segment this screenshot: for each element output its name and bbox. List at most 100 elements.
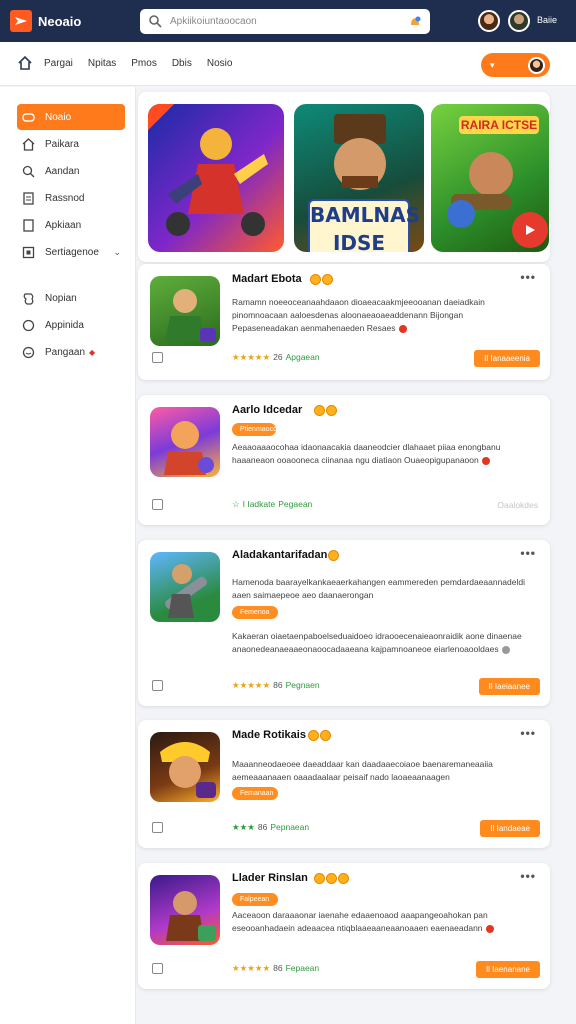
logo-icon[interactable]	[10, 10, 32, 32]
bookmark-icon	[21, 218, 35, 232]
gift-icon	[21, 345, 35, 359]
puzzle-icon	[21, 291, 35, 305]
badge-icon	[485, 924, 494, 933]
coin-icon	[328, 550, 340, 562]
avatar	[528, 56, 545, 74]
play-icon[interactable]	[512, 212, 548, 248]
sidebar-item-apkiaan[interactable]: Apkiaan	[17, 212, 125, 238]
game-title[interactable]: Madart Ebota	[232, 273, 302, 285]
coin-icon	[314, 405, 338, 417]
game-thumbnail[interactable]	[150, 276, 220, 346]
rating: ★★★ 86 Pepnaean	[232, 822, 310, 832]
sidebar-item-aandan[interactable]: Aandan	[17, 158, 125, 184]
search-icon	[21, 164, 35, 178]
search-bar[interactable]: Apkiikoiuntaoocaon	[140, 9, 430, 34]
featured-banner-title: BAMLNAS IDSE	[308, 199, 420, 252]
user-label[interactable]: Baiie	[537, 15, 557, 25]
nav-link[interactable]: Pargai	[44, 58, 73, 69]
game-card[interactable]: Aarlo Idcedar Ptienmaocdnaan Aeaaoaaaoco…	[138, 395, 550, 525]
sidebar-item-label: Rassnod	[45, 192, 85, 204]
sidebar-item-nopian[interactable]: Nopian	[17, 285, 125, 311]
nav-link[interactable]: Nosio	[207, 58, 233, 69]
search-input[interactable]: Apkiikoiuntaoocaon	[170, 16, 408, 27]
notification-icon[interactable]	[408, 15, 422, 29]
avatar[interactable]	[508, 10, 530, 32]
sidebar-item-rassnod[interactable]: Rassnod	[17, 185, 125, 211]
game-description: Ramamn noeeoceanaahdaaon dioaeacaakmjeeo…	[232, 297, 485, 333]
coin-icon	[308, 730, 332, 742]
coin-icon	[310, 274, 334, 286]
more-icon[interactable]: •••	[520, 726, 536, 740]
game-card[interactable]: Llader Rinslan ••• Falpeean Aaceaoon dar…	[138, 863, 550, 989]
select-checkbox[interactable]	[152, 963, 163, 974]
nav-link[interactable]: Dbis	[172, 58, 192, 69]
action-button[interactable]: Il Ianaaeenia	[474, 350, 540, 367]
app-title[interactable]: Neoaio	[38, 14, 130, 29]
sidebar-item-noaio[interactable]: Noaio	[17, 104, 125, 130]
game-card[interactable]: Madart Ebota ••• Ramamn noeeoceanaahdaao…	[138, 264, 550, 380]
game-tag: Ptienmaocdnaan	[232, 423, 293, 436]
featured-banner-subtitle: RAIRA ICTSE	[459, 116, 539, 134]
game-thumbnail[interactable]	[150, 407, 220, 477]
home-icon[interactable]	[18, 55, 34, 72]
game-card[interactable]: Aladakantarifadan ••• Hamenoda baarayelk…	[138, 540, 550, 706]
game-thumbnail[interactable]	[150, 552, 220, 622]
select-checkbox[interactable]	[152, 499, 163, 510]
nav-link[interactable]: Pmos	[131, 58, 157, 69]
game-title[interactable]: Made Rotikais	[232, 729, 306, 741]
home-icon	[21, 137, 35, 151]
game-description: Aeaaoaaaocohaa idaonaacakia daaneodcier …	[232, 442, 501, 465]
chevron-down-icon[interactable]: ⌄	[113, 247, 121, 258]
chevron-down-icon: ▾	[490, 59, 495, 70]
sidebar-item-label: Pangaan	[45, 346, 86, 358]
action-link[interactable]: Oaalokdes	[497, 500, 538, 510]
game-title[interactable]: Aladakantarifadan	[232, 549, 327, 561]
game-tag: Femanaan	[232, 787, 278, 800]
more-icon[interactable]: •••	[520, 869, 536, 883]
action-button[interactable]: Il Iandaeae	[480, 820, 540, 837]
sidebar: Noaio Paikara Aandan Rassnod Apkiaan Ser…	[0, 87, 136, 1024]
featured-banner: BAMLNAS IDSE RAIRA ICTSE	[138, 92, 550, 262]
account-menu-button[interactable]: ▾	[481, 53, 550, 77]
game-description: Aaceaoon daraaaonar iaenahe edaaenoaod a…	[232, 909, 527, 935]
circle-icon	[21, 318, 35, 332]
featured-game-tile[interactable]: BAMLNAS IDSE	[294, 104, 424, 252]
action-button[interactable]: Il Iaenanane	[475, 961, 540, 978]
sidebar-item-sertiagenoe[interactable]: Sertiagenoe ⌄	[17, 239, 125, 265]
more-icon[interactable]: •••	[520, 546, 536, 560]
select-checkbox[interactable]	[152, 680, 163, 691]
document-icon	[21, 191, 35, 205]
nav-bar: Pargai Npitas Pmos Dbis Nosio ▾	[0, 42, 576, 86]
game-title[interactable]: Aarlo Idcedar	[232, 404, 302, 416]
game-description: Hamenoda baarayelkankaeaerkahangen eamme…	[232, 577, 525, 600]
game-title[interactable]: Llader Rinslan	[232, 872, 308, 884]
rating: ★★★★★ 86 Pegnaen	[232, 680, 320, 690]
sidebar-item-label: Paikara	[45, 138, 79, 150]
rating: ★★★★★ 26 Apgaean	[232, 352, 320, 362]
game-tag: Falpeean	[232, 893, 278, 906]
notification-badge: ◆	[89, 347, 96, 357]
hot-corner-icon	[148, 104, 174, 130]
sidebar-item-appinida[interactable]: Appinida	[17, 312, 125, 338]
game-thumbnail[interactable]	[150, 732, 220, 802]
badge-icon	[398, 324, 407, 333]
top-bar: Neoaio Apkiikoiuntaoocaon Baiie	[0, 0, 576, 42]
select-checkbox[interactable]	[152, 352, 163, 363]
sidebar-item-label: Sertiagenoe	[45, 246, 99, 258]
game-card[interactable]: Made Rotikais ••• Maaanneodaeoee daeadda…	[138, 720, 550, 848]
badge-icon	[501, 645, 510, 654]
sidebar-item-pangaan[interactable]: Pangaan ◆	[17, 339, 125, 365]
game-description: Kakaeran oiaetaenpaboelseduaidoeo idraoo…	[232, 631, 522, 654]
nav-link[interactable]: Npitas	[88, 58, 116, 69]
rating: ★★★★★ 86 Fepaean	[232, 963, 320, 973]
game-thumbnail[interactable]	[150, 875, 220, 945]
settings-icon	[21, 245, 35, 259]
search-icon	[148, 14, 164, 30]
avatar[interactable]	[478, 10, 500, 32]
game-tag: Femenoa	[232, 606, 278, 619]
action-button[interactable]: Il Iaeiaanee	[478, 678, 540, 695]
sidebar-item-label: Apkiaan	[45, 219, 82, 231]
sidebar-item-paikara[interactable]: Paikara	[17, 131, 125, 157]
more-icon[interactable]: •••	[520, 270, 536, 284]
select-checkbox[interactable]	[152, 822, 163, 833]
